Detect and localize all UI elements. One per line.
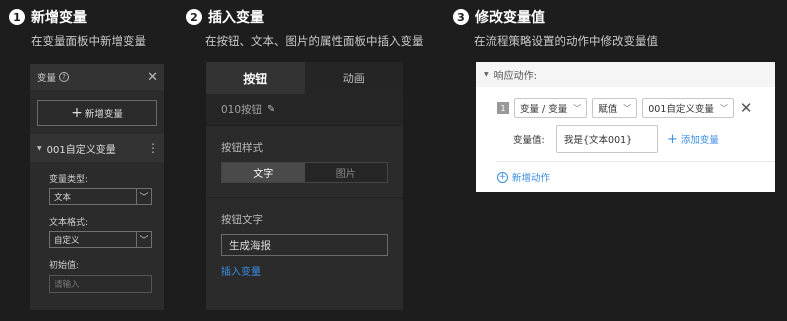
- value-input[interactable]: 我是{文本001}: [556, 125, 658, 153]
- type-label: 变量类型:: [49, 175, 89, 185]
- chevron-down-icon: ﹀: [136, 189, 151, 204]
- add-variable-link[interactable]: + 添加变量: [667, 131, 719, 147]
- button-text-input[interactable]: 生成海报: [221, 234, 388, 256]
- chevron-down-icon: ﹀: [136, 232, 151, 247]
- action-type-select[interactable]: 变量 / 变量 ﹀: [514, 98, 588, 118]
- step-title: 新增变量: [31, 10, 87, 26]
- plus-icon: +: [71, 105, 83, 121]
- variable-item[interactable]: ▼ 001自定义变量 ⋮: [30, 134, 164, 162]
- caret-down-icon[interactable]: ▼: [37, 145, 42, 152]
- variable-name: 001自定义变量: [46, 144, 116, 156]
- variable-panel-title: 变量: [37, 73, 57, 84]
- tab-button[interactable]: 按钮: [206, 62, 305, 94]
- step-subtitle: 在按钮、文本、图片的属性面板中插入变量: [205, 34, 424, 48]
- initial-value-input[interactable]: 请输入: [49, 275, 152, 293]
- plus-icon: +: [667, 131, 678, 147]
- type-value: 文本: [54, 192, 72, 203]
- element-name: 010按钮: [221, 104, 263, 116]
- format-label: 文本格式:: [49, 218, 89, 228]
- step-2-heading: 2 插入变量 在按钮、文本、图片的属性面板中插入变量: [186, 7, 424, 49]
- style-option-text[interactable]: 文字: [222, 163, 305, 182]
- step-number: 2: [186, 9, 202, 25]
- target-variable-value: 001自定义变量: [648, 104, 714, 115]
- close-icon[interactable]: ✕: [147, 71, 158, 84]
- delete-icon[interactable]: ✕: [740, 100, 753, 116]
- add-variable-label: 新增变量: [84, 109, 123, 120]
- step-3-heading: 3 修改变量值 在流程策略设置的动作中修改变量值: [453, 7, 658, 49]
- button-properties-panel: 按钮 动画 010按钮 ✎ 按钮样式 文字 图片 按钮文字 生成海报 插入变量: [206, 62, 403, 310]
- chevron-down-icon: ﹀: [623, 103, 632, 113]
- action-index: 1: [497, 102, 509, 114]
- operation-value: 赋值: [598, 104, 618, 115]
- operation-select[interactable]: 赋值 ﹀: [592, 98, 638, 118]
- chevron-down-icon: ﹀: [719, 103, 728, 113]
- variable-fields: 变量类型: 文本 ﹀ 文本格式: 自定义 ﹀ 初始值: 请输入: [30, 172, 164, 293]
- value-label: 变量值:: [513, 135, 545, 146]
- step-subtitle: 在流程策略设置的动作中修改变量值: [474, 34, 658, 48]
- variable-panel: 变量 ? ✕ + 新增变量 ▼ 001自定义变量 ⋮ 变量类型: 文本 ﹀ 文本…: [30, 64, 164, 310]
- action-panel: ▼ 响应动作: 1 变量 / 变量 ﹀ 赋值 ﹀ 001自定义变量 ﹀ ✕ 变量…: [476, 62, 775, 192]
- chevron-down-icon: ﹀: [573, 103, 582, 113]
- step-subtitle: 在变量面板中新增变量: [31, 34, 146, 48]
- pencil-icon[interactable]: ✎: [267, 104, 275, 115]
- variable-panel-header: 变量 ? ✕: [30, 64, 164, 90]
- divider: [497, 161, 775, 162]
- plus-circle-icon: +: [497, 171, 508, 183]
- tab-bar: 按钮 动画: [206, 62, 403, 94]
- action-type-value: 变量 / 变量: [520, 104, 568, 115]
- add-variable-label: 添加变量: [680, 135, 719, 146]
- help-icon[interactable]: ?: [59, 72, 70, 82]
- initial-label: 初始值:: [49, 261, 80, 271]
- format-select[interactable]: 自定义 ﹀: [49, 231, 152, 248]
- style-label: 按钮样式: [221, 142, 263, 154]
- text-label: 按钮文字: [221, 214, 263, 226]
- button-style-section: 按钮样式 文字 图片 按钮文字 生成海报 插入变量: [206, 140, 403, 278]
- action-header-label: 响应动作:: [493, 71, 537, 82]
- caret-down-icon: ▼: [484, 71, 489, 78]
- tab-animation[interactable]: 动画: [304, 62, 403, 94]
- new-action-label: 新增动作: [512, 173, 551, 184]
- step-1-heading: 1 新增变量 在变量面板中新增变量: [9, 7, 146, 49]
- step-title: 修改变量值: [475, 10, 545, 26]
- new-action-button[interactable]: + 新增动作: [497, 170, 550, 184]
- more-icon[interactable]: ⋮: [147, 141, 159, 155]
- step-number: 3: [453, 9, 469, 25]
- target-variable-select[interactable]: 001自定义变量 ﹀: [642, 98, 734, 118]
- style-toggle: 文字 图片: [221, 162, 388, 183]
- action-row: 1 变量 / 变量 ﹀ 赋值 ﹀ 001自定义变量 ﹀ ✕: [497, 98, 752, 118]
- style-option-image[interactable]: 图片: [304, 163, 387, 182]
- action-header[interactable]: ▼ 响应动作:: [476, 62, 775, 87]
- type-select[interactable]: 文本 ﹀: [49, 188, 152, 205]
- step-title: 插入变量: [208, 10, 264, 26]
- insert-variable-link[interactable]: 插入变量: [221, 263, 388, 278]
- element-name-row: 010按钮 ✎: [206, 94, 403, 126]
- add-variable-button[interactable]: + 新增变量: [37, 100, 157, 126]
- step-number: 1: [9, 9, 25, 25]
- value-row: 变量值: 我是{文本001} + 添加变量: [513, 125, 719, 153]
- format-value: 自定义: [54, 235, 80, 246]
